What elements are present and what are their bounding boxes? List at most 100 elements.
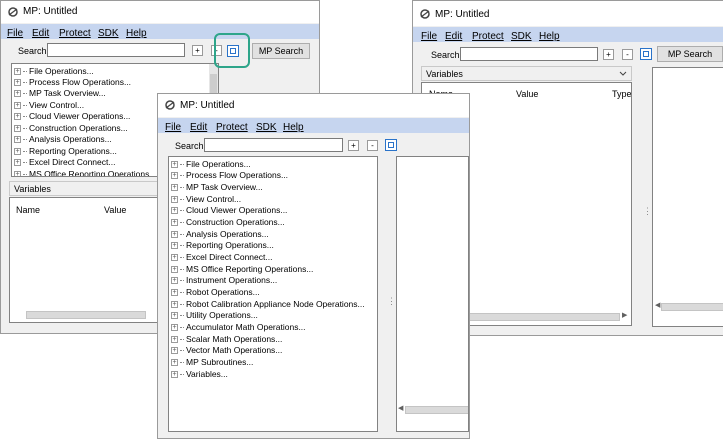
variables-dropdown[interactable]: Variables	[421, 66, 632, 81]
tree-item[interactable]: + Scalar Math Operations...	[171, 334, 282, 345]
tree-item[interactable]: + Robot Calibration Appliance Node Operat…	[171, 299, 365, 310]
variables-table: Name Value	[9, 197, 159, 323]
tree-item[interactable]: + MP Task Overview...	[171, 182, 263, 193]
expand-icon: +	[171, 231, 178, 239]
tree-item[interactable]: + Analysis Operations...	[14, 134, 112, 145]
tree-item[interactable]: + Utility Operations...	[171, 310, 258, 321]
title-bar: MP: Untitled	[413, 1, 723, 26]
window-title: MP: Untitled	[180, 100, 235, 111]
scroll-left-icon[interactable]: ◀	[655, 301, 660, 309]
expand-icon: +	[14, 159, 21, 167]
expand-icon: +	[171, 184, 178, 192]
col-type: Type	[612, 89, 632, 99]
expand-icon: +	[171, 161, 178, 169]
mp-search-button[interactable]: MP Search	[657, 46, 723, 62]
tree-item[interactable]: + Process Flow Operations...	[14, 77, 131, 88]
expand-icon: +	[171, 172, 178, 180]
expand-icon: +	[171, 359, 178, 367]
highlight-circle	[214, 33, 250, 68]
splitter-grip-icon[interactable]: ⋮	[643, 206, 652, 217]
expand-button[interactable]: +	[348, 140, 359, 151]
title-bar: MP: Untitled	[158, 94, 469, 117]
variables-dropdown[interactable]: Variables	[9, 181, 159, 196]
tree-item[interactable]: + Reporting Operations...	[14, 146, 117, 157]
side-panel: ◀	[396, 156, 469, 432]
expand-icon: +	[171, 312, 178, 320]
expand-icon: +	[171, 301, 178, 309]
tree-item[interactable]: + Vector Math Operations...	[171, 345, 282, 356]
tree-item[interactable]: + Cloud Viewer Operations...	[171, 205, 287, 216]
side-hscrollbar[interactable]	[405, 406, 468, 414]
search-input[interactable]	[47, 43, 185, 57]
tree-item[interactable]: + Excel Direct Connect...	[171, 252, 272, 263]
expand-icon: +	[14, 113, 21, 121]
expand-icon: +	[171, 371, 178, 379]
toggle-panel-button[interactable]	[640, 48, 652, 60]
app-logo-icon	[420, 9, 430, 19]
tree-item[interactable]: + Variables...	[171, 369, 228, 380]
tree-item[interactable]: + Reporting Operations...	[171, 240, 274, 251]
app-logo-icon	[8, 7, 18, 17]
tree-item[interactable]: + Accumulator Math Operations...	[171, 322, 306, 333]
menu-bar: File Edit Protect SDK Help	[158, 118, 469, 133]
expand-icon: +	[171, 219, 178, 227]
menu-bar: File Edit Protect SDK Help	[413, 27, 723, 42]
expand-icon: +	[14, 90, 21, 98]
collapse-button[interactable]: -	[622, 49, 633, 60]
tree-item[interactable]: + MS Office Reporting Operations...	[171, 264, 313, 275]
variables-hscrollbar[interactable]	[26, 311, 146, 319]
search-label: Search:	[431, 50, 463, 60]
expand-icon: +	[171, 336, 178, 344]
tree-item[interactable]: + File Operations...	[171, 159, 251, 170]
col-value: Value	[104, 205, 127, 215]
expand-icon: +	[14, 79, 21, 87]
panel-icon	[643, 51, 649, 57]
search-label: Search:	[175, 141, 207, 151]
search-label: Search:	[18, 46, 50, 56]
expand-icon: +	[171, 254, 178, 262]
tree-item[interactable]: + Instrument Operations...	[171, 275, 277, 286]
expand-icon: +	[171, 242, 178, 250]
tree-item[interactable]: + Excel Direct Connect...	[14, 157, 115, 168]
toggle-panel-button[interactable]	[385, 139, 397, 151]
window-title: MP: Untitled	[23, 6, 78, 17]
mp-search-button[interactable]: MP Search	[252, 43, 310, 59]
expand-icon: +	[171, 289, 178, 297]
scroll-right-icon[interactable]: ▶	[622, 311, 627, 319]
menu-bar: File Edit Protect SDK Help	[1, 24, 319, 39]
app-logo-icon	[165, 100, 175, 110]
tree-item[interactable]: + Construction Operations...	[14, 123, 128, 134]
tree-item[interactable]: + View Control...	[171, 194, 241, 205]
tree-item[interactable]: + Analysis Operations...	[171, 229, 269, 240]
tree-item[interactable]: + Robot Operations...	[171, 287, 260, 298]
scroll-left-icon[interactable]: ◀	[398, 404, 403, 412]
expand-icon: +	[14, 102, 21, 110]
expand-icon: +	[171, 347, 178, 355]
tree-item[interactable]: + View Control...	[14, 100, 84, 111]
window-title: MP: Untitled	[435, 9, 490, 20]
expand-icon: +	[14, 148, 21, 156]
search-input[interactable]	[204, 138, 343, 152]
tree-item[interactable]: + Cloud Viewer Operations...	[14, 111, 130, 122]
expand-icon: +	[14, 68, 21, 76]
expand-icon: +	[171, 196, 178, 204]
tree-item[interactable]: + MS Office Reporting Operations...	[14, 169, 156, 177]
side-panel: ◀	[652, 67, 723, 327]
command-tree: + File Operations... + Process Flow Operat…	[168, 156, 378, 432]
tree-item[interactable]: + MP Task Overview...	[14, 88, 106, 99]
tree-item[interactable]: + File Operations...	[14, 66, 94, 77]
col-value: Value	[516, 89, 539, 99]
expand-button[interactable]: +	[603, 49, 614, 60]
tree-item[interactable]: + MP Subroutines...	[171, 357, 253, 368]
expand-button[interactable]: +	[192, 45, 203, 56]
expand-icon: +	[14, 171, 21, 177]
search-input[interactable]	[460, 47, 598, 61]
collapse-button[interactable]: -	[367, 140, 378, 151]
tree-item[interactable]: + Construction Operations...	[171, 217, 285, 228]
splitter-grip-icon[interactable]: ⋮	[387, 296, 396, 307]
tree-item[interactable]: + Process Flow Operations...	[171, 170, 288, 181]
side-hscrollbar[interactable]	[661, 303, 723, 311]
window-front: MP: Untitled File Edit Protect SDK Help …	[157, 93, 470, 439]
chevron-down-icon	[619, 71, 627, 76]
title-bar: MP: Untitled	[1, 1, 319, 23]
